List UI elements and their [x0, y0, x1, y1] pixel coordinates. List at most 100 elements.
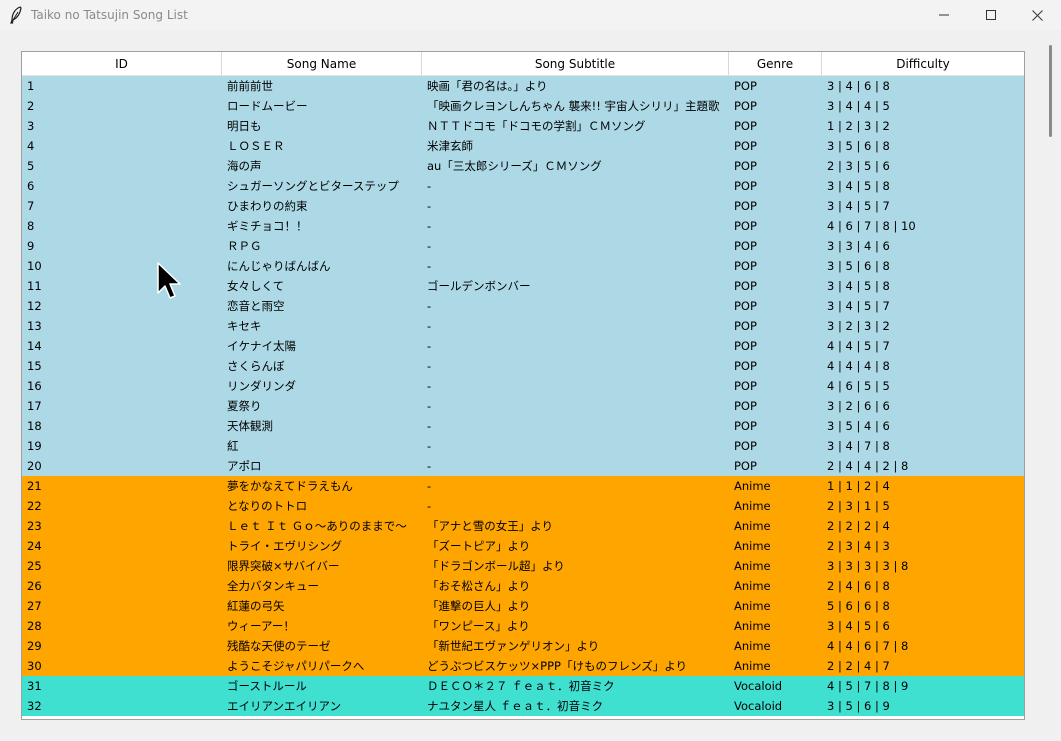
cell-id: 4: [27, 139, 35, 153]
cell-song-subtitle: -: [427, 399, 432, 413]
table-row[interactable]: 28 ウィーアー！ 「ワンピース」より Anime 3 | 4 | 5 | 6: [22, 616, 1024, 636]
table-row[interactable]: 17 夏祭り - POP 3 | 2 | 6 | 6: [22, 396, 1024, 416]
cell-song-subtitle: -: [427, 319, 432, 333]
cell-song-subtitle: 映画「君の名は。」より: [427, 79, 548, 93]
cell-id: 14: [27, 339, 42, 353]
cell-id: 26: [27, 579, 42, 593]
table-row[interactable]: 9 ＲＰＧ - POP 3 | 3 | 4 | 6: [22, 236, 1024, 256]
cell-id: 21: [27, 479, 42, 493]
cell-song-subtitle: ＮＴＴドコモ「ドコモの学割」ＣＭソング: [427, 119, 646, 133]
minimize-button[interactable]: [921, 0, 967, 30]
cell-difficulty: 3 | 4 | 5 | 8: [827, 279, 890, 293]
cell-song-subtitle: -: [427, 379, 432, 393]
cell-id: 23: [27, 519, 42, 533]
table-row[interactable]: 23 Ｌｅｔ Ｉｔ Ｇｏ～ありのままで～ 「アナと雪の女王」より Anime 2 | 2…: [22, 516, 1024, 536]
cell-id: 1: [27, 79, 35, 93]
table-row[interactable]: 31 ゴーストルール ＤＥＣＯ＊２７ ｆｅａｔ．初音ミク Vocaloid 4 | 5 …: [22, 676, 1024, 696]
table-row[interactable]: 1 前前前世 映画「君の名は。」より POP 3 | 4 | 6 | 8: [22, 76, 1024, 96]
column-header-song-name[interactable]: Song Name: [222, 52, 422, 76]
table-row[interactable]: 18 天体観測 - POP 3 | 5 | 4 | 6: [22, 416, 1024, 436]
scrollbar-thumb[interactable]: [1049, 45, 1052, 137]
cell-song-subtitle: -: [427, 359, 432, 373]
table-row[interactable]: 3 明日も ＮＴＴドコモ「ドコモの学割」ＣＭソング POP 1 | 2 | 3 | 2: [22, 116, 1024, 136]
cell-genre: POP: [734, 199, 757, 213]
table-row[interactable]: 32 エイリアンエイリアン ナユタン星人 ｆｅａｔ．初音ミク Vocaloid 3 | …: [22, 696, 1024, 716]
column-header-genre[interactable]: Genre: [729, 52, 822, 76]
cell-id: 17: [27, 399, 42, 413]
title-bar[interactable]: Taiko no Tatsujin Song List: [0, 0, 1061, 30]
cell-song-subtitle: -: [427, 219, 432, 233]
column-header-difficulty[interactable]: Difficulty: [822, 52, 1024, 76]
cell-song-subtitle: ゴールデンボンバー: [427, 279, 531, 293]
cell-difficulty: 3 | 4 | 5 | 7: [827, 299, 890, 313]
cell-genre: POP: [734, 279, 757, 293]
cell-genre: POP: [734, 359, 757, 373]
cell-difficulty: 2 | 3 | 5 | 6: [827, 159, 890, 173]
cell-song-subtitle: au「三太郎シリーズ」ＣＭソング: [427, 159, 602, 173]
cell-song-name: ＬＯＳＥＲ: [227, 139, 285, 153]
table-row[interactable]: 14 イケナイ太陽 - POP 4 | 4 | 5 | 7: [22, 336, 1024, 356]
close-icon: [1031, 9, 1043, 21]
cell-difficulty: 3 | 4 | 5 | 6: [827, 619, 890, 633]
column-header-id[interactable]: ID: [22, 52, 222, 76]
cell-song-name: 夢をかなえてドラえもん: [227, 479, 353, 493]
column-header-song-subtitle[interactable]: Song Subtitle: [422, 52, 729, 76]
table-row[interactable]: 5 海の声 au「三太郎シリーズ」ＣＭソング POP 2 | 3 | 5 | 6: [22, 156, 1024, 176]
song-list-table[interactable]: ID Song Name Song Subtitle Genre Difficu…: [21, 51, 1025, 720]
cell-id: 6: [27, 179, 35, 193]
table-row[interactable]: 8 ギミチョコ！！ - POP 4 | 6 | 7 | 8 | 10: [22, 216, 1024, 236]
cell-id: 8: [27, 219, 35, 233]
table-row[interactable]: 2 ロードムービー 「映画クレヨンしんちゃん 襲来!! 宇宙人シリリ」主題歌 POP 3…: [22, 96, 1024, 116]
cell-genre: POP: [734, 99, 757, 113]
cell-song-name: 全力バタンキュー: [227, 579, 319, 593]
maximize-button[interactable]: [968, 0, 1014, 30]
horizontal-scrollbar[interactable]: [21, 719, 1023, 727]
cell-song-name: ウィーアー！: [227, 619, 295, 633]
table-row[interactable]: 16 リンダリンダ - POP 4 | 6 | 5 | 5: [22, 376, 1024, 396]
table-row[interactable]: 29 残酷な天使のテーゼ 「新世紀エヴァンゲリオン」より Anime 4 | 4 | 6…: [22, 636, 1024, 656]
cell-difficulty: 3 | 4 | 5 | 8: [827, 179, 890, 193]
cell-id: 28: [27, 619, 42, 633]
table-row[interactable]: 15 さくらんぼ - POP 4 | 4 | 4 | 8: [22, 356, 1024, 376]
table-row[interactable]: 6 シュガーソングとビターステップ - POP 3 | 4 | 5 | 8: [22, 176, 1024, 196]
cell-genre: POP: [734, 419, 757, 433]
cell-song-name: となりのトトロ: [227, 499, 308, 513]
cell-song-name: にんじゃりばんばん: [227, 259, 331, 273]
cell-song-name: エイリアンエイリアン: [227, 699, 342, 713]
cell-song-name: 前前前世: [227, 79, 273, 93]
table-row[interactable]: 4 ＬＯＳＥＲ 米津玄師 POP 3 | 5 | 6 | 8: [22, 136, 1024, 156]
cell-song-name: ロードムービー: [227, 99, 308, 113]
cell-song-name: ひまわりの約束: [227, 199, 308, 213]
cell-song-name: さくらんぼ: [227, 359, 285, 373]
cell-genre: Anime: [734, 579, 771, 593]
table-row[interactable]: 13 キセキ - POP 3 | 2 | 3 | 2: [22, 316, 1024, 336]
cell-id: 19: [27, 439, 42, 453]
table-row[interactable]: 25 限界突破×サバイバー 「ドラゴンボール超」より Anime 3 | 3 | 3 |…: [22, 556, 1024, 576]
cell-id: 7: [27, 199, 35, 213]
table-row[interactable]: 20 アポロ - POP 2 | 4 | 4 | 2 | 8: [22, 456, 1024, 476]
cell-difficulty: 2 | 2 | 2 | 4: [827, 519, 890, 533]
cell-genre: Anime: [734, 619, 771, 633]
table-row[interactable]: 7 ひまわりの約束 - POP 3 | 4 | 5 | 7: [22, 196, 1024, 216]
vertical-scrollbar[interactable]: [1045, 45, 1057, 735]
cell-difficulty: 2 | 3 | 4 | 3: [827, 539, 890, 553]
table-row[interactable]: 24 トライ・エヴリシング 「ズートピア」より Anime 2 | 3 | 4 | 3: [22, 536, 1024, 556]
table-row[interactable]: 26 全力バタンキュー 「おそ松さん」より Anime 2 | 4 | 6 | 8: [22, 576, 1024, 596]
table-row[interactable]: 22 となりのトトロ - Anime 2 | 3 | 1 | 5: [22, 496, 1024, 516]
table-row[interactable]: 27 紅蓮の弓矢 「進撃の巨人」より Anime 5 | 6 | 6 | 8: [22, 596, 1024, 616]
cell-song-name: 天体観測: [227, 419, 273, 433]
cell-difficulty: 4 | 4 | 4 | 8: [827, 359, 890, 373]
cell-genre: POP: [734, 399, 757, 413]
cell-id: 24: [27, 539, 42, 553]
cell-difficulty: 4 | 4 | 6 | 7 | 8: [827, 639, 909, 653]
cell-genre: Anime: [734, 519, 771, 533]
cell-id: 10: [27, 259, 42, 273]
cell-difficulty: 1 | 2 | 3 | 2: [827, 119, 890, 133]
table-row[interactable]: 30 ようこそジャパリパークへ どうぶつビスケッツ×PPP「けものフレンズ」より An…: [22, 656, 1024, 676]
close-button[interactable]: [1014, 0, 1060, 30]
table-row[interactable]: 21 夢をかなえてドラえもん - Anime 1 | 1 | 2 | 4: [22, 476, 1024, 496]
cell-genre: Anime: [734, 599, 771, 613]
cell-id: 18: [27, 419, 42, 433]
cell-song-subtitle: 「アナと雪の女王」より: [427, 519, 554, 533]
table-row[interactable]: 19 紅 - POP 3 | 4 | 7 | 8: [22, 436, 1024, 456]
